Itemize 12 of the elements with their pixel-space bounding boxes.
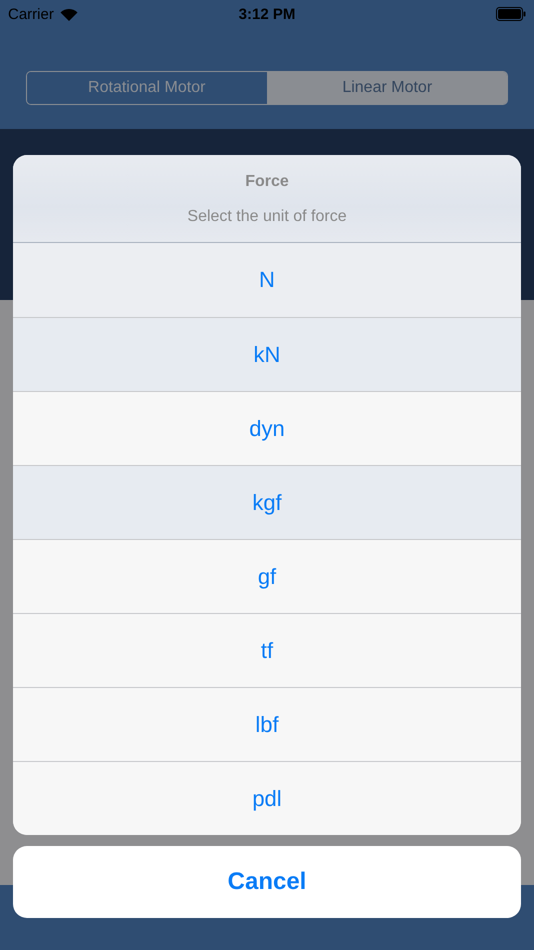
battery-icon bbox=[496, 7, 526, 21]
wifi-icon bbox=[60, 8, 78, 20]
carrier-name: Carrier bbox=[8, 6, 54, 22]
unit-option[interactable]: N bbox=[13, 243, 521, 317]
status-time: 3:12 PM bbox=[238, 6, 296, 22]
unit-option[interactable]: pdl bbox=[13, 761, 521, 835]
sheet-message: Select the unit of force bbox=[187, 208, 347, 226]
sheet-title: Force bbox=[245, 173, 289, 191]
cancel-button[interactable]: Cancel bbox=[13, 846, 521, 918]
unit-option[interactable]: kgf bbox=[13, 465, 521, 539]
unit-option[interactable]: kN bbox=[13, 317, 521, 391]
segment-tab[interactable]: Linear Motor bbox=[266, 72, 507, 104]
